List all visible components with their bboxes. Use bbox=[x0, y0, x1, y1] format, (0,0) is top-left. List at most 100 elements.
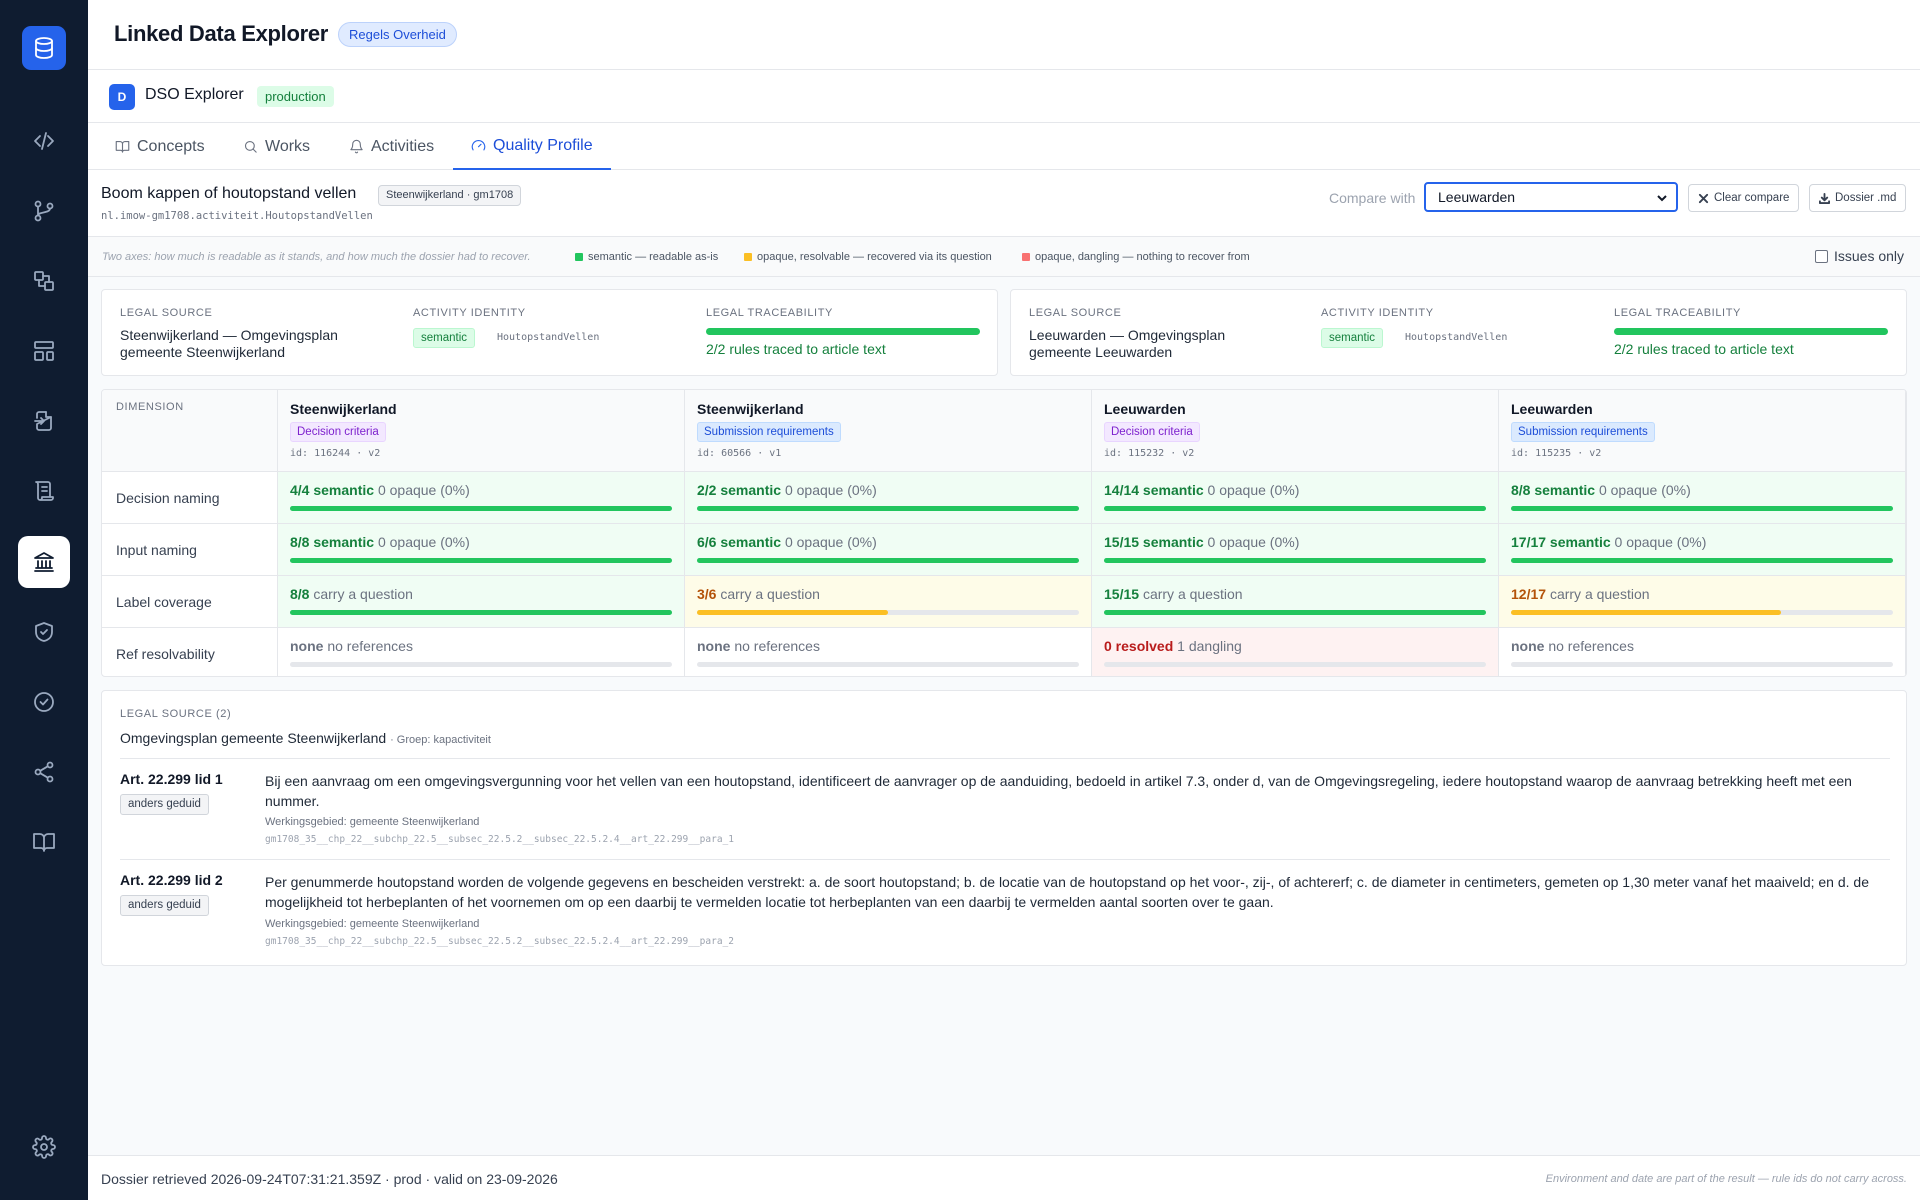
sidebar-item-branches[interactable] bbox=[18, 185, 70, 237]
cell-progress-bar bbox=[697, 610, 1079, 615]
cell-progress-bar bbox=[1511, 662, 1893, 667]
cell-value-strong: none bbox=[290, 638, 324, 654]
article-path: gm1708_35__chp_22__subchp_22.5__subsec_2… bbox=[265, 834, 734, 845]
matrix-cell[interactable]: 3/6 carry a question bbox=[685, 576, 1092, 627]
cell-value-strong: 8/8 bbox=[290, 586, 310, 602]
sidebar-item-import[interactable] bbox=[18, 395, 70, 447]
tab-quality-profile[interactable]: Quality Profile bbox=[453, 123, 611, 170]
cell-progress-fill bbox=[1104, 610, 1486, 615]
clear-compare-button[interactable]: Clear compare bbox=[1688, 184, 1800, 212]
cell-progress-bar bbox=[697, 662, 1079, 667]
legend-label: opaque, dangling — nothing to recover fr… bbox=[1035, 251, 1250, 263]
compare-label: Compare with bbox=[1329, 190, 1416, 206]
sidebar-item-scroll[interactable] bbox=[18, 465, 70, 517]
legal-source-name: Omgevingsplan gemeente Steenwijkerland bbox=[120, 730, 387, 746]
legal-source-label: LEGAL SOURCE bbox=[1029, 307, 1122, 319]
cell-progress-fill bbox=[290, 506, 672, 511]
sidebar-item-layout[interactable] bbox=[18, 325, 70, 377]
matrix-cell[interactable]: 8/8 semantic 0 opaque (0%) bbox=[1499, 472, 1906, 523]
cell-progress-bar bbox=[1104, 610, 1486, 615]
gauge-icon bbox=[471, 140, 486, 151]
cell-progress-fill bbox=[697, 506, 1079, 511]
cell-value-rest: no references bbox=[734, 638, 820, 654]
quality-matrix: DIMENSION Steenwijkerland Decision criter… bbox=[101, 389, 1907, 677]
cell-value-strong: 4/4 semantic bbox=[290, 482, 375, 498]
cell-progress-bar bbox=[1104, 506, 1486, 511]
cell-value: 14/14 semantic 0 opaque (0%) bbox=[1104, 482, 1299, 498]
column-rule-id: id: 115235 · v2 bbox=[1511, 448, 1602, 459]
landmark-icon bbox=[34, 552, 54, 572]
article-number: Art. 22.299 lid 2 bbox=[120, 872, 223, 888]
sidebar-item-quality[interactable] bbox=[18, 536, 70, 588]
legend-label: opaque, resolvable — recovered via its q… bbox=[757, 251, 992, 263]
article-scope: Werkingsgebied: gemeente Steenwijkerland bbox=[265, 816, 480, 828]
cell-value-strong: 15/15 semantic bbox=[1104, 534, 1204, 550]
tab-bar: Concepts Works Activities Quality Profil… bbox=[88, 123, 1920, 170]
matrix-cell[interactable]: 15/15 carry a question bbox=[1092, 576, 1499, 627]
layout-icon bbox=[34, 341, 54, 361]
cell-value-strong: none bbox=[1511, 638, 1545, 654]
matrix-cell[interactable]: none no references bbox=[278, 628, 685, 676]
legal-source-header: LEGAL SOURCE (2) bbox=[120, 708, 232, 720]
column-municipality: Steenwijkerland bbox=[290, 401, 397, 417]
sidebar-item-validation[interactable] bbox=[18, 676, 70, 728]
cell-progress-bar bbox=[697, 506, 1079, 511]
legend-intro: Two axes: how much is readable as it sta… bbox=[102, 251, 531, 263]
matrix-cell[interactable]: none no references bbox=[1499, 628, 1906, 676]
app-header: Linked Data Explorer Regels Overheid bbox=[88, 0, 1920, 70]
cell-progress-fill bbox=[290, 558, 672, 563]
matrix-cell[interactable]: 17/17 semantic 0 opaque (0%) bbox=[1499, 524, 1906, 575]
column-kind-badge: Submission requirements bbox=[1511, 422, 1655, 442]
traceability-text: 2/2 rules traced to article text bbox=[1614, 341, 1794, 357]
app-logo[interactable] bbox=[22, 26, 66, 70]
context-badge[interactable]: Regels Overheid bbox=[338, 22, 457, 47]
legal-source-value: Steenwijkerland — Omgevingsplan gemeente… bbox=[120, 327, 338, 360]
sidebar-item-security[interactable] bbox=[18, 606, 70, 658]
cell-progress-fill bbox=[697, 558, 1079, 563]
environment-badge: production bbox=[257, 86, 334, 107]
tab-concepts[interactable]: Concepts bbox=[112, 123, 208, 170]
semantic-badge: semantic bbox=[413, 328, 476, 348]
sidebar bbox=[0, 0, 88, 1200]
matrix-cell[interactable]: 6/6 semantic 0 opaque (0%) bbox=[685, 524, 1092, 575]
matrix-cell[interactable]: 4/4 semantic 0 opaque (0%) bbox=[278, 472, 685, 523]
legend-bar: Two axes: how much is readable as it sta… bbox=[88, 237, 1920, 277]
legend-swatch bbox=[575, 253, 583, 261]
cell-progress-fill bbox=[290, 610, 672, 615]
issues-only-toggle[interactable]: Issues only bbox=[1815, 248, 1904, 264]
matrix-cell[interactable]: 8/8 carry a question bbox=[278, 576, 685, 627]
matrix-cell[interactable]: none no references bbox=[685, 628, 1092, 676]
matrix-cell[interactable]: 15/15 semantic 0 opaque (0%) bbox=[1092, 524, 1499, 575]
matrix-row: Decision naming 4/4 semantic 0 opaque (0%… bbox=[102, 472, 1906, 524]
cell-value-rest: 1 dangling bbox=[1177, 638, 1242, 654]
dossier-download-button[interactable]: Dossier .md bbox=[1809, 184, 1907, 212]
activity-toolbar: Boom kappen of houtopstand vellen Steenw… bbox=[88, 170, 1920, 237]
matrix-cell[interactable]: 8/8 semantic 0 opaque (0%) bbox=[278, 524, 685, 575]
cell-progress-fill bbox=[1511, 506, 1893, 511]
cell-value-strong: 0 resolved bbox=[1104, 638, 1174, 654]
matrix-column-header: Steenwijkerland Decision criteria id: 1162… bbox=[278, 390, 685, 472]
activity-id: nl.imow-gm1708.activiteit.HoutopstandVel… bbox=[101, 210, 373, 222]
sidebar-item-docs[interactable] bbox=[18, 816, 70, 868]
close-icon bbox=[1698, 193, 1709, 203]
sidebar-item-settings[interactable] bbox=[18, 1121, 70, 1173]
matrix-cell[interactable]: 2/2 semantic 0 opaque (0%) bbox=[685, 472, 1092, 523]
legend-swatch bbox=[1022, 253, 1030, 261]
matrix-cell[interactable]: 14/14 semantic 0 opaque (0%) bbox=[1092, 472, 1499, 523]
matrix-cell[interactable]: 0 resolved 1 dangling bbox=[1092, 628, 1499, 676]
cell-value: 12/17 carry a question bbox=[1511, 586, 1650, 602]
sidebar-item-code[interactable] bbox=[18, 115, 70, 167]
environment-bar: D DSO Explorer production bbox=[88, 70, 1920, 123]
sidebar-item-shapes[interactable] bbox=[18, 255, 70, 307]
environment-name[interactable]: DSO Explorer bbox=[145, 86, 244, 104]
tab-activities[interactable]: Activities bbox=[346, 123, 437, 170]
tab-works[interactable]: Works bbox=[240, 123, 313, 170]
column-municipality: Steenwijkerland bbox=[697, 401, 804, 417]
cell-value-rest: carry a question bbox=[313, 586, 413, 602]
compare-select[interactable]: Leeuwarden bbox=[1424, 182, 1678, 212]
issues-only-checkbox[interactable] bbox=[1815, 249, 1828, 263]
matrix-row: Label coverage 8/8 carry a question 3/6 ca… bbox=[102, 576, 1906, 628]
sidebar-item-share[interactable] bbox=[18, 746, 70, 798]
matrix-cell[interactable]: 12/17 carry a question bbox=[1499, 576, 1906, 627]
compare-selected-value: Leeuwarden bbox=[1438, 189, 1516, 205]
